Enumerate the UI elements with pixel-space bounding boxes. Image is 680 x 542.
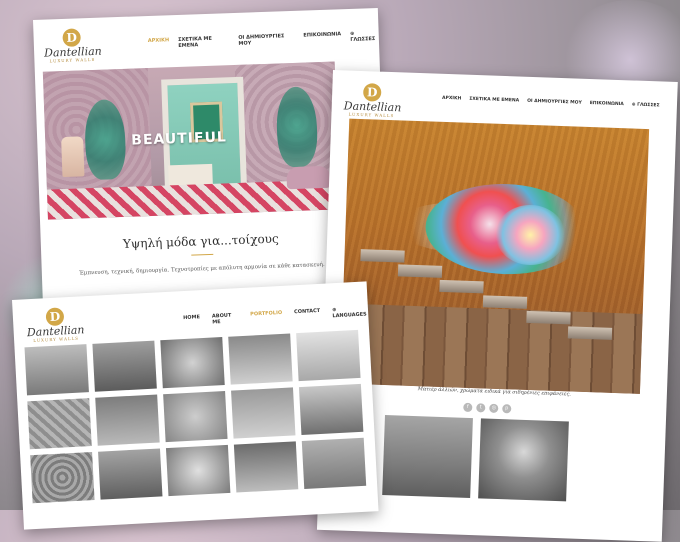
brand-logo[interactable]: D Dantellian LUXURY WALLS xyxy=(343,82,402,119)
twitter-icon[interactable]: t xyxy=(476,403,486,413)
portfolio-thumbnail[interactable] xyxy=(165,444,231,497)
floating-step xyxy=(397,264,443,278)
nav-about[interactable]: ΣΧΕΤΙΚΑ ΜΕ ΕΜΕΝΑ xyxy=(178,35,230,49)
floating-step xyxy=(482,295,528,309)
nav-contact[interactable]: ΕΠΙΚΟΙΝΩΝΙΑ xyxy=(590,101,624,107)
tagline-text: Έμπνευση, τεχνική, δημιουργία. Τεχνοτροπ… xyxy=(78,261,325,277)
portfolio-thumbnail[interactable] xyxy=(24,344,89,396)
heading-divider xyxy=(191,253,214,256)
facebook-icon[interactable]: f xyxy=(463,402,473,413)
floating-step xyxy=(360,249,405,263)
portfolio-thumbnail[interactable] xyxy=(163,390,228,443)
nav-portfolio[interactable]: ΟΙ ΔΗΜΙΟΥΡΓΙΕΣ ΜΟΥ xyxy=(238,33,295,47)
page-heading: Υψηλή μόδα για...τοίχους xyxy=(122,231,279,251)
logo-tagline: LUXURY WALLS xyxy=(49,56,96,64)
hero-image-interior: BEAUTIFUL xyxy=(42,61,340,220)
portfolio-thumbnail[interactable] xyxy=(296,329,361,382)
nav-home[interactable]: ΑΡΧΙΚΗ xyxy=(148,37,170,50)
gallery-thumbnail[interactable] xyxy=(478,418,569,502)
nav-languages[interactable]: ⊕ LANGUAGES xyxy=(332,305,368,319)
main-navigation: HOME ABOUT ME PORTFOLIO CONTACT ⊕ LANGUA… xyxy=(183,305,368,327)
sofa xyxy=(286,165,332,190)
portfolio-thumbnail[interactable] xyxy=(92,340,157,392)
portfolio-thumbnail[interactable] xyxy=(298,383,364,436)
portfolio-thumbnail[interactable] xyxy=(95,394,160,446)
floating-step xyxy=(526,310,571,325)
gallery-thumbnail[interactable] xyxy=(382,415,473,499)
hero-overlay-title: BEAUTIFUL xyxy=(130,129,228,149)
floating-step xyxy=(439,279,484,294)
portfolio-thumbnail[interactable] xyxy=(98,448,163,500)
main-navigation: ΑΡΧΙΚΗ ΣΧΕΤΙΚΑ ΜΕ ΕΜΕΝΑ ΟΙ ΔΗΜΙΟΥΡΓΙΕΣ Μ… xyxy=(442,96,660,109)
pinterest-icon[interactable]: p xyxy=(502,404,512,414)
portfolio-thumbnail[interactable] xyxy=(30,452,95,504)
logo-tagline: LUXURY WALLS xyxy=(348,111,395,119)
cake-stand xyxy=(61,136,85,178)
nav-contact[interactable]: CONTACT xyxy=(294,308,321,321)
portfolio-thumbnail[interactable] xyxy=(233,441,299,493)
floating-step xyxy=(567,326,613,340)
portfolio-page-screenshot: D Dantellian LUXURY WALLS HOME ABOUT ME … xyxy=(12,281,379,530)
nav-portfolio[interactable]: ΟΙ ΔΗΜΙΟΥΡΓΙΕΣ ΜΟΥ xyxy=(527,99,582,106)
wooden-floor xyxy=(340,303,643,394)
portfolio-thumbnail[interactable] xyxy=(228,333,293,385)
logo-monogram: D xyxy=(362,83,382,102)
nav-about[interactable]: ABOUT ME xyxy=(212,312,239,326)
portfolio-thumbnail[interactable] xyxy=(231,387,296,439)
portfolio-grid xyxy=(24,329,367,504)
nav-home[interactable]: HOME xyxy=(183,314,200,327)
instagram-icon[interactable]: ◎ xyxy=(489,403,499,413)
main-navigation: ΑΡΧΙΚΗ ΣΧΕΤΙΚΑ ΜΕ ΕΜΕΝΑ ΟΙ ΔΗΜΙΟΥΡΓΙΕΣ Μ… xyxy=(148,30,379,50)
portfolio-thumbnail[interactable] xyxy=(301,437,367,489)
portfolio-thumbnail[interactable] xyxy=(160,337,225,389)
nav-contact[interactable]: ΕΠΙΚΟΙΝΩΝΙΑ xyxy=(303,31,341,44)
portfolio-thumbnail[interactable] xyxy=(27,398,92,450)
nav-languages[interactable]: ⊕ ΓΛΩΣΣΕΣ xyxy=(632,102,660,108)
nav-languages[interactable]: ⊕ ΓΛΩΣΣΕΣ xyxy=(350,30,379,43)
social-links: f t ◎ p xyxy=(463,402,512,414)
nav-home[interactable]: ΑΡΧΙΚΗ xyxy=(442,96,461,102)
brand-logo[interactable]: D Dantellian LUXURY WALLS xyxy=(25,306,87,343)
nav-portfolio[interactable]: PORTFOLIO xyxy=(250,310,283,324)
logo-monogram: D xyxy=(62,28,81,47)
nav-about[interactable]: ΣΧΕΤΙΚΑ ΜΕ ΕΜΕΝΑ xyxy=(469,97,519,104)
brand-logo[interactable]: D Dantellian LUXURY WALLS xyxy=(43,28,102,64)
hero-image-wall-art xyxy=(340,118,650,394)
site-header: D Dantellian LUXURY WALLS ΑΡΧΙΚΗ ΣΧΕΤΙΚΑ… xyxy=(33,8,379,68)
